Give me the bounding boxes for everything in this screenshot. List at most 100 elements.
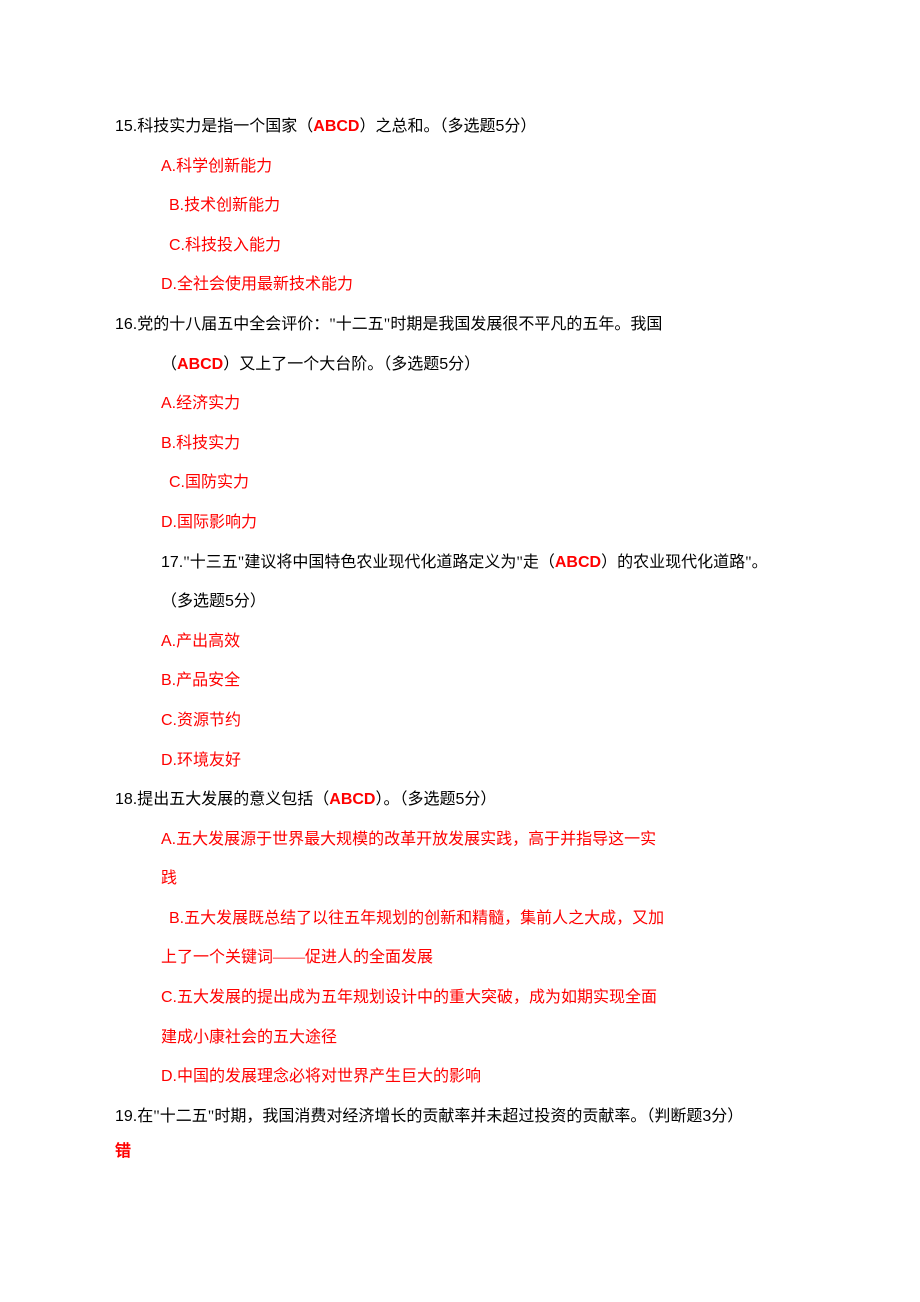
points-number: 5: [439, 356, 448, 373]
option-letter: D.: [161, 752, 177, 769]
option-text-line2: 建成小康社会的五大途径: [161, 1029, 337, 1046]
question-18-stem: 18.提出五大发展的意义包括（ABCD）。（多选题5分）: [115, 787, 805, 813]
option-A-cont: 践: [161, 866, 805, 892]
option-text: 国际影响力: [177, 514, 257, 531]
option-text: 中国的发展理念必将对世界产生巨大的影响: [177, 1068, 481, 1085]
option-D: D.中国的发展理念必将对世界产生巨大的影响: [161, 1064, 805, 1090]
option-text: 科技投入能力: [185, 237, 281, 254]
option-text-line2: 践: [161, 870, 177, 887]
option-letter: D.: [161, 276, 177, 293]
question-number: 19.: [115, 1108, 137, 1125]
stem-text-after: ）又上了一个大台阶。（多选题: [223, 356, 439, 373]
option-letter: A.: [161, 831, 176, 848]
question-15: 15.科技实力是指一个国家（ABCD）之总和。（多选题5分） A.科学创新能力 …: [115, 114, 805, 298]
question-17-stem-line2: （多选题5分）: [115, 589, 805, 615]
option-letter: A.: [161, 633, 176, 650]
question-17-stem-line1: 17."十三五"建议将中国特色农业现代化道路定义为"走（ABCD）的农业现代化道…: [115, 550, 805, 576]
option-B-cont: 上了一个关键词——促进人的全面发展: [161, 945, 805, 971]
option-A: A.科学创新能力: [161, 154, 805, 180]
tf-answer: 错: [115, 1139, 805, 1165]
option-letter: C.: [169, 237, 185, 254]
question-15-stem: 15.科技实力是指一个国家（ABCD）之总和。（多选题5分）: [115, 114, 805, 140]
question-18-options: A.五大发展源于世界最大规模的改革开放发展实践，高于并指导这一实 践 B.五大发…: [115, 827, 805, 1090]
answer-key: ABCD: [329, 791, 375, 808]
option-text: 经济实力: [176, 395, 240, 412]
answer-key: ABCD: [313, 118, 359, 135]
option-C: C.资源节约: [161, 708, 805, 734]
points-suffix: 分）: [234, 593, 266, 610]
option-text: 全社会使用最新技术能力: [177, 276, 353, 293]
option-A: A.经济实力: [161, 391, 805, 417]
points-suffix: 分）: [711, 1108, 743, 1125]
points-number: 5: [225, 593, 234, 610]
option-C: C.国防实力: [161, 470, 805, 496]
question-number: 17.: [161, 554, 183, 571]
option-letter: C.: [161, 712, 177, 729]
option-letter: B.: [169, 197, 184, 214]
points-suffix: 分）: [504, 118, 536, 135]
question-number: 18.: [115, 791, 137, 808]
option-D: D.环境友好: [161, 748, 805, 774]
option-D: D.全社会使用最新技术能力: [161, 272, 805, 298]
stem-text-before: "十三五"建议将中国特色农业现代化道路定义为"走（: [183, 554, 555, 571]
stem-line2-before: （多选题: [161, 593, 225, 610]
option-letter: C.: [161, 989, 177, 1006]
option-A: A.五大发展源于世界最大规模的改革开放发展实践，高于并指导这一实: [161, 827, 805, 853]
option-text-line2: 上了一个关键词——促进人的全面发展: [161, 949, 433, 966]
option-D: D.国际影响力: [161, 510, 805, 536]
option-text: 科技实力: [176, 435, 240, 452]
option-letter: B.: [161, 672, 176, 689]
option-letter: C.: [169, 474, 185, 491]
points-suffix: 分）: [448, 356, 480, 373]
option-B: B.技术创新能力: [161, 193, 805, 219]
stem-text-before: 提出五大发展的意义包括（: [137, 791, 329, 808]
question-number: 16.: [115, 316, 137, 333]
answer-key: ABCD: [177, 356, 223, 373]
question-15-options: A.科学创新能力 B.技术创新能力 C.科技投入能力 D.全社会使用最新技术能力: [115, 154, 805, 298]
question-number: 15.: [115, 118, 137, 135]
question-16-options: A.经济实力 B.科技实力 C.国防实力 D.国际影响力: [115, 391, 805, 535]
option-text: 环境友好: [177, 752, 241, 769]
option-text: 技术创新能力: [184, 197, 280, 214]
question-16-stem-line2: （ABCD）又上了一个大台阶。（多选题5分）: [115, 352, 805, 378]
option-B: B.产品安全: [161, 668, 805, 694]
option-letter: A.: [161, 395, 176, 412]
question-16-stem-line1: 16.党的十八届五中全会评价："十二五"时期是我国发展很不平凡的五年。我国: [115, 312, 805, 338]
option-A: A.产出高效: [161, 629, 805, 655]
points-number: 3: [702, 1108, 711, 1125]
option-C: C.科技投入能力: [161, 233, 805, 259]
stem-text-after: ）。（多选题: [375, 791, 455, 808]
option-text-line1: 五大发展的提出成为五年规划设计中的重大突破，成为如期实现全面: [177, 989, 657, 1006]
stem-text-line1: 党的十八届五中全会评价："十二五"时期是我国发展很不平凡的五年。我国: [137, 316, 662, 333]
stem-text-before: 科技实力是指一个国家（: [137, 118, 313, 135]
document-page: 15.科技实力是指一个国家（ABCD）之总和。（多选题5分） A.科学创新能力 …: [0, 0, 920, 1231]
option-text: 资源节约: [177, 712, 241, 729]
stem-text-after: ）之总和。（多选题: [359, 118, 495, 135]
question-16: 16.党的十八届五中全会评价："十二五"时期是我国发展很不平凡的五年。我国 （A…: [115, 312, 805, 536]
stem-text-before: （: [161, 356, 177, 373]
question-19: 19.在"十二五"时期，我国消费对经济增长的贡献率并未超过投资的贡献率。（判断题…: [115, 1104, 805, 1165]
answer-key: ABCD: [555, 554, 601, 571]
question-18: 18.提出五大发展的意义包括（ABCD）。（多选题5分） A.五大发展源于世界最…: [115, 787, 805, 1090]
question-17-options: A.产出高效 B.产品安全 C.资源节约 D.环境友好: [115, 629, 805, 773]
points-suffix: 分）: [464, 791, 496, 808]
option-C-cont: 建成小康社会的五大途径: [161, 1025, 805, 1051]
question-19-stem: 19.在"十二五"时期，我国消费对经济增长的贡献率并未超过投资的贡献率。（判断题…: [115, 1104, 805, 1130]
option-text: 科学创新能力: [176, 158, 272, 175]
option-letter: B.: [169, 910, 184, 927]
option-letter: A.: [161, 158, 176, 175]
option-text: 国防实力: [185, 474, 249, 491]
option-letter: B.: [161, 435, 176, 452]
option-letter: D.: [161, 514, 177, 531]
option-C: C.五大发展的提出成为五年规划设计中的重大突破，成为如期实现全面: [161, 985, 805, 1011]
option-text-line1: 五大发展既总结了以往五年规划的创新和精髓，集前人之大成，又加: [184, 910, 664, 927]
option-text: 产品安全: [176, 672, 240, 689]
stem-text-after: ）的农业现代化道路"。: [601, 554, 768, 571]
question-17: 17."十三五"建议将中国特色农业现代化道路定义为"走（ABCD）的农业现代化道…: [115, 550, 805, 774]
stem-text: 在"十二五"时期，我国消费对经济增长的贡献率并未超过投资的贡献率。（判断题: [137, 1108, 702, 1125]
option-B: B.五大发展既总结了以往五年规划的创新和精髓，集前人之大成，又加: [161, 906, 805, 932]
option-B: B.科技实力: [161, 431, 805, 457]
option-letter: D.: [161, 1068, 177, 1085]
option-text-line1: 五大发展源于世界最大规模的改革开放发展实践，高于并指导这一实: [176, 831, 656, 848]
option-text: 产出高效: [176, 633, 240, 650]
